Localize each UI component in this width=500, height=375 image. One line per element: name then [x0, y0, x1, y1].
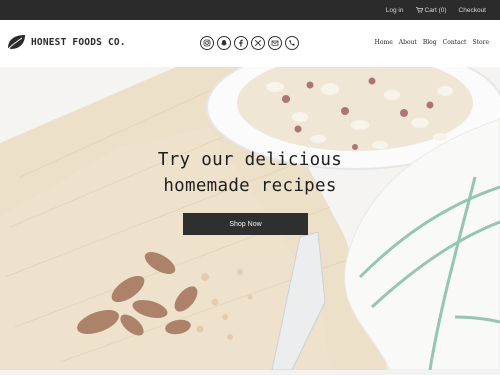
brand-name: HONEST FOODS CO. [31, 36, 126, 48]
page-bottom-strip [0, 370, 500, 375]
nav-home[interactable]: Home [375, 39, 393, 46]
hero-headline-line2: homemade recipes [163, 176, 337, 196]
hero-banner: Try our delicious homemade recipes Shop … [0, 67, 500, 370]
snapchat-icon[interactable] [217, 36, 231, 50]
mail-icon[interactable] [268, 36, 282, 50]
hero-headline-line1: Try our delicious [157, 150, 343, 170]
instagram-icon[interactable] [200, 36, 214, 50]
leaf-icon [6, 35, 25, 51]
checkout-link[interactable]: Checkout [459, 7, 486, 14]
facebook-icon[interactable] [234, 36, 248, 50]
cart-link[interactable]: Cart (0) [415, 6, 447, 14]
cart-icon [415, 7, 423, 13]
main-nav: Home About Blog Contact Store [375, 39, 489, 46]
nav-about[interactable]: About [399, 39, 417, 46]
nav-contact[interactable]: Contact [443, 39, 467, 46]
login-link[interactable]: Log in [386, 7, 404, 14]
brand-logo[interactable]: HONEST FOODS CO. [6, 33, 126, 51]
nav-store[interactable]: Store [472, 39, 489, 46]
nav-blog[interactable]: Blog [423, 39, 437, 46]
x-icon[interactable] [251, 36, 265, 50]
top-bar: Log in Cart (0) Checkout [0, 0, 500, 20]
social-links [200, 36, 299, 50]
phone-icon[interactable] [285, 36, 299, 50]
shop-now-button[interactable]: Shop Now [183, 213, 308, 235]
hero-headline: Try our delicious homemade recipes [0, 147, 500, 199]
site-header: HONEST FOODS CO. Home About Blog Contact… [0, 20, 500, 67]
cart-label: Cart (0) [424, 6, 447, 14]
